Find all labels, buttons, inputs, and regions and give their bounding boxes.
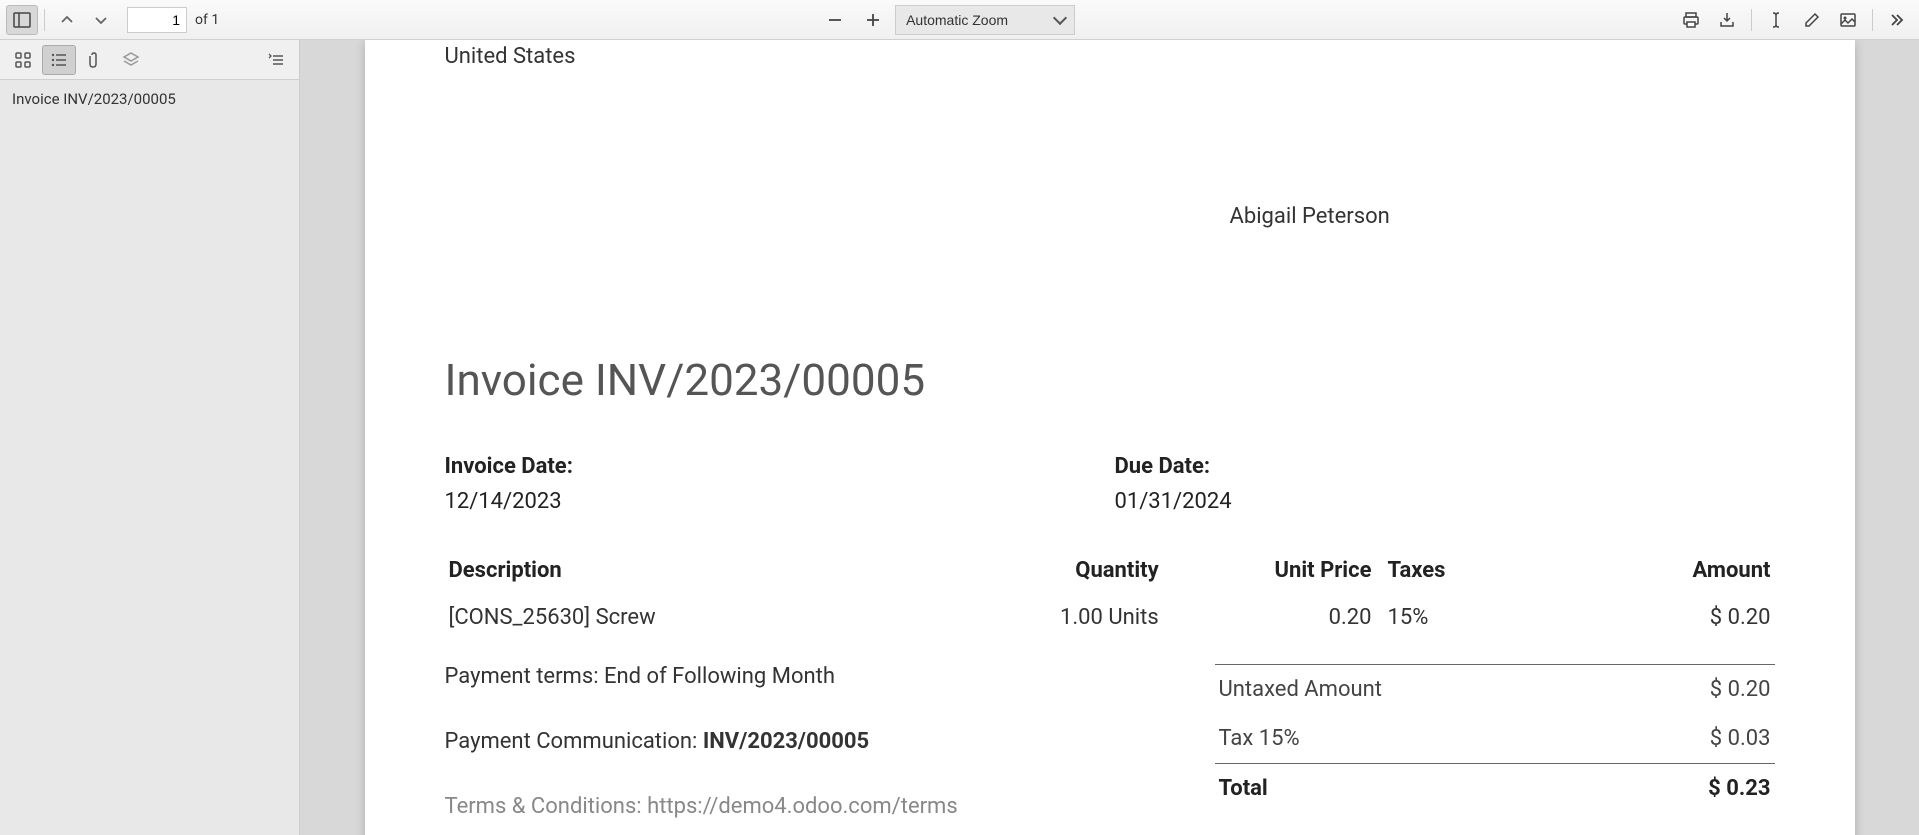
outline-icon [50,51,68,69]
paperclip-icon [86,51,104,69]
sidebar-toolbar [0,40,299,80]
outline-collapse-icon [267,51,285,69]
text-tool-button[interactable] [1760,5,1792,35]
attachments-view-button[interactable] [78,45,112,75]
col-amount: Amount [1508,550,1774,591]
payment-communication: Payment Communication: INV/2023/00005 [445,729,1215,754]
invoice-date-value: 12/14/2023 [445,489,1115,514]
print-icon [1682,11,1700,29]
sidebar-icon [13,11,31,29]
layers-icon [122,51,140,69]
payment-terms: Payment terms: End of Following Month [445,664,1215,689]
total-value: $ 0.23 [1708,776,1770,801]
sidebar-toggle-button[interactable] [6,5,38,35]
zoom-out-button[interactable] [819,5,851,35]
invoice-date-label: Invoice Date: [445,454,1115,479]
page-number-input[interactable] [127,7,187,33]
main-toolbar: of 1 Automatic Zoom [0,0,1919,40]
table-row: [CONS_25630] Screw 1.00 Units 0.20 15% $… [445,591,1775,638]
separator [1872,9,1873,31]
due-date-label: Due Date: [1115,454,1775,479]
download-icon [1718,11,1736,29]
separator [44,9,45,31]
outline-view-button[interactable] [42,45,76,75]
invoice-title: Invoice INV/2023/00005 [445,354,1775,406]
more-tools-button[interactable] [1881,5,1913,35]
text-cursor-icon [1767,11,1785,29]
zoom-in-button[interactable] [857,5,889,35]
line-description: [CONS_25630] Screw [445,591,950,638]
outline-settings-button[interactable] [259,45,293,75]
untaxed-value: $ 0.20 [1710,677,1771,702]
total-label: Total [1219,776,1268,801]
zoom-select[interactable]: Automatic Zoom [895,5,1075,35]
untaxed-row: Untaxed Amount $ 0.20 [1215,664,1775,714]
image-tool-button[interactable] [1832,5,1864,35]
image-icon [1839,11,1857,29]
tax-row: Tax 15% $ 0.03 [1215,714,1775,763]
due-date-value: 01/31/2024 [1115,489,1775,514]
sender-country: United States [445,44,1775,69]
col-unit-price: Unit Price [1163,550,1376,591]
invoice-lines-table: Description Quantity Unit Price Taxes Am… [445,550,1775,638]
next-page-button[interactable] [85,5,117,35]
sidebar-panel: Invoice INV/2023/00005 [0,40,300,835]
page-count-label: of 1 [195,12,219,28]
outline-item[interactable]: Invoice INV/2023/00005 [0,80,299,118]
layers-view-button[interactable] [114,45,148,75]
col-description: Description [445,550,950,591]
tax-label: Tax 15% [1219,726,1300,751]
minus-icon [827,12,843,28]
document-viewer[interactable]: San Francisco CA 94134 United States Abi… [300,40,1919,835]
customer-name: Abigail Peterson [1230,204,1775,229]
total-row: Total $ 0.23 [1215,763,1775,813]
document-page: San Francisco CA 94134 United States Abi… [365,40,1855,835]
line-unit-price: 0.20 [1163,591,1376,638]
untaxed-label: Untaxed Amount [1219,677,1382,702]
chevrons-right-icon [1888,11,1906,29]
download-button[interactable] [1711,5,1743,35]
pen-icon [1803,11,1821,29]
col-taxes: Taxes [1375,550,1508,591]
line-taxes: 15% [1375,591,1508,638]
thumbnails-view-button[interactable] [6,45,40,75]
draw-tool-button[interactable] [1796,5,1828,35]
col-quantity: Quantity [950,550,1163,591]
prev-page-button[interactable] [51,5,83,35]
line-amount: $ 0.20 [1508,591,1774,638]
line-quantity: 1.00 Units [950,591,1163,638]
terms-conditions: Terms & Conditions: https://demo4.odoo.c… [445,794,1215,819]
separator [1751,9,1752,31]
tax-value: $ 0.03 [1710,726,1771,751]
chevron-up-icon [60,13,74,27]
print-button[interactable] [1675,5,1707,35]
plus-icon [865,12,881,28]
chevron-down-icon [94,13,108,27]
thumbnails-icon [14,51,32,69]
